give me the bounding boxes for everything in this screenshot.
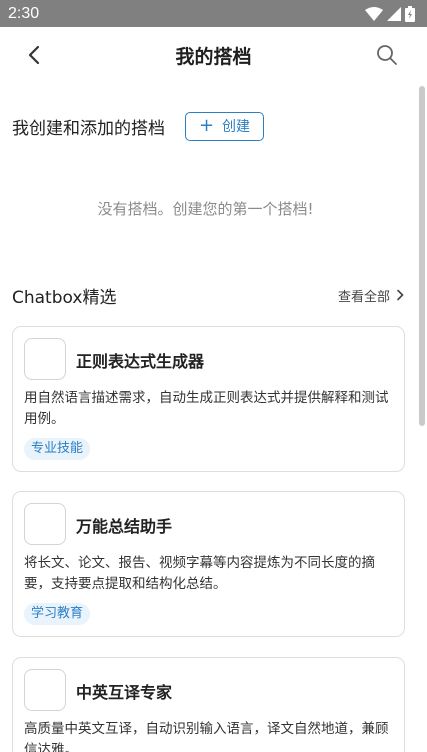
plus-icon: + [198,115,215,136]
chevron-right-icon [397,289,404,301]
app-bar: 我的搭档 [0,27,427,83]
partner-name: 万能总结助手 [76,517,173,536]
view-all-label: 查看全部 [337,289,390,305]
signal-icon [387,6,401,21]
partner-name: 中英互译专家 [76,683,173,702]
partner-card[interactable]: 中英互译专家 高质量中英文互译，自动识别输入语言，译文自然地道，兼顾信达雅。 [12,657,405,752]
search-button[interactable] [373,41,401,69]
search-icon [377,45,397,65]
category-tag: 学习教育 [24,603,91,625]
wifi-icon [365,6,383,21]
my-partners-title: 我创建和添加的搭档 [12,118,165,139]
avatar [24,503,66,545]
featured-header: Chatbox精选 查看全部 [12,282,404,308]
status-icons [365,5,415,22]
my-partners-header: 我创建和添加的搭档 + 创建 [12,111,412,141]
create-button-label: 创建 [222,119,251,135]
create-button[interactable]: + 创建 [185,111,264,141]
avatar [24,669,66,711]
view-all-link[interactable]: 查看全部 [338,286,404,305]
partner-card[interactable]: 正则表达式生成器 用自然语言描述需求，自动生成正则表达式并提供解释和测试用例。 … [12,326,405,472]
page-title: 我的搭档 [175,45,252,68]
category-tag: 专业技能 [24,438,91,460]
partner-description: 将长文、论文、报告、视频字幕等内容提炼为不同长度的摘要，支持要点提取和结构化总结… [24,555,375,592]
status-bar: 2:30 [0,0,427,27]
partner-name: 正则表达式生成器 [76,352,205,371]
chevron-left-icon [28,45,40,65]
avatar [24,338,66,380]
partner-description: 高质量中英文互译，自动识别输入语言，译文自然地道，兼顾信达雅。 [24,721,389,752]
partner-description: 用自然语言描述需求，自动生成正则表达式并提供解释和测试用例。 [24,390,389,427]
featured-title: Chatbox精选 [12,287,117,308]
battery-icon [405,5,415,22]
status-time: 2:30 [8,4,40,22]
back-button[interactable] [20,41,48,69]
partner-card[interactable]: 万能总结助手 将长文、论文、报告、视频字幕等内容提炼为不同长度的摘要，支持要点提… [12,491,405,637]
empty-state-text: 没有搭档。创建您的第一个搭档! [97,200,314,218]
scrollbar[interactable] [419,86,425,426]
